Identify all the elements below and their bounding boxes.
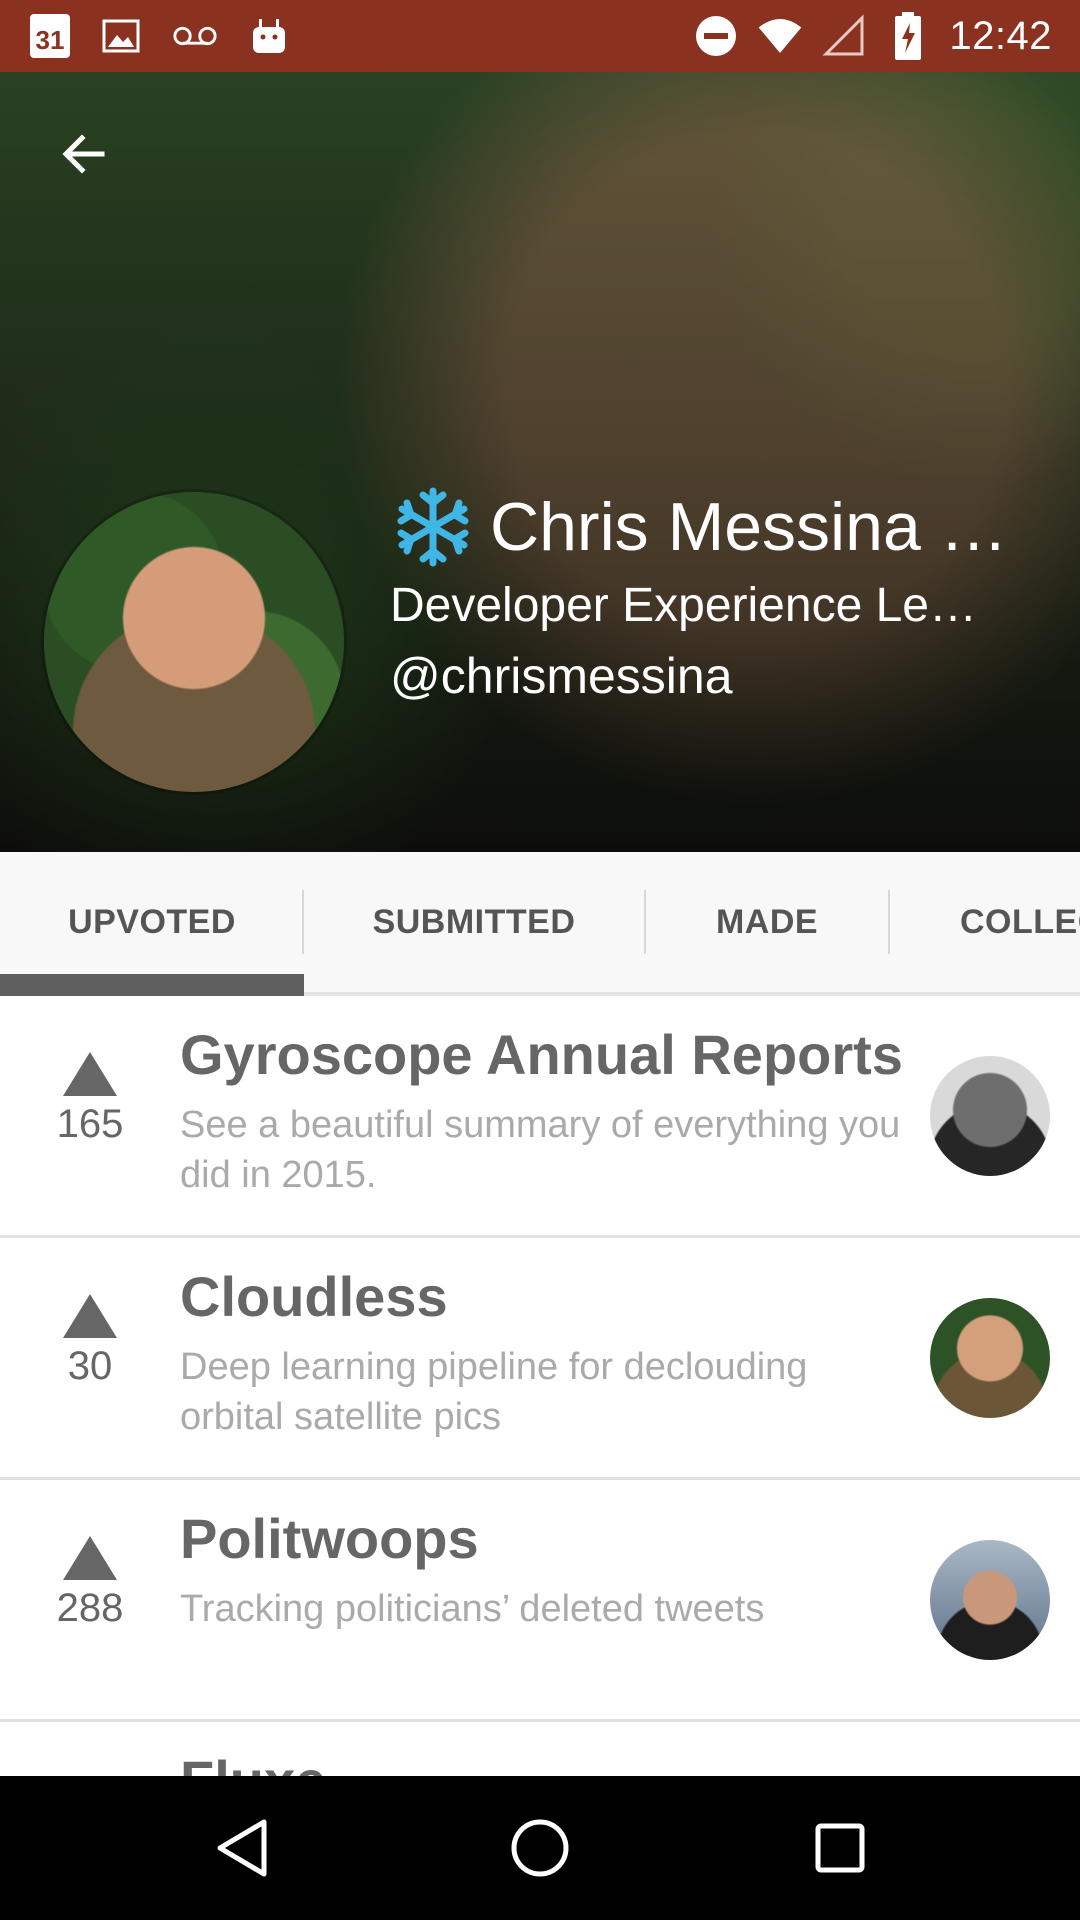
status-icons-left: 31: [30, 12, 292, 60]
calendar-icon: 31: [30, 14, 70, 58]
vote-count: 165: [56, 1102, 124, 1146]
nav-recents-button[interactable]: [804, 1812, 876, 1884]
post-description: Deep learning pipeline for declouding or…: [180, 1346, 808, 1438]
tab-collections[interactable]: COLLEC: [890, 852, 1080, 992]
post-title: Cloudless: [180, 1265, 448, 1328]
wifi-icon: [757, 13, 803, 59]
upvote-arrow-icon: [63, 1294, 117, 1338]
hunter-avatar[interactable]: [930, 1056, 1050, 1176]
profile-handle: @chrismessina: [390, 648, 733, 704]
tab-label: MADE: [715, 902, 819, 941]
vote-count: 288: [56, 1586, 124, 1630]
back-button[interactable]: [52, 124, 116, 188]
navigation-bar: [0, 1776, 1080, 1920]
home-circle-icon: [511, 1819, 569, 1877]
post-list[interactable]: 165 Gyroscope Annual Reports See a beaut…: [0, 996, 1080, 1776]
do-not-disturb-icon: [693, 13, 739, 59]
name-row: Chris Messina …: [390, 482, 1040, 572]
tab-label: COLLEC: [960, 902, 1080, 941]
hunter-avatar[interactable]: [930, 1540, 1050, 1660]
status-icons-right: 12:42: [693, 10, 1052, 62]
post-title: Politwoops: [180, 1507, 479, 1570]
list-item[interactable]: 288 Politwoops Tracking politicians’ del…: [0, 1480, 1080, 1722]
tab-made[interactable]: MADE: [646, 852, 888, 992]
voicemail-icon: [172, 13, 218, 59]
hunter-avatar[interactable]: [930, 1298, 1050, 1418]
vote-count: 30: [67, 1344, 113, 1388]
nav-back-button[interactable]: [206, 1812, 278, 1884]
arrow-back-icon: [62, 134, 105, 174]
profile-header: Chris Messina … Developer Experience Le……: [0, 72, 1080, 852]
android-icon: [246, 13, 292, 59]
calendar-day: 31: [35, 25, 65, 55]
tab-upvoted[interactable]: UPVOTED: [0, 852, 304, 992]
battery-charging-icon: [885, 12, 931, 60]
status-bar: 31 12:42: [0, 0, 1080, 72]
tab-selected-indicator: [0, 974, 304, 996]
list-item[interactable]: 165 Gyroscope Annual Reports See a beaut…: [0, 996, 1080, 1238]
post-title: Gyroscope Annual Reports: [180, 1023, 903, 1086]
profile-title: Developer Experience Le…: [390, 579, 977, 632]
upvote-button[interactable]: 288: [40, 1536, 140, 1631]
tab-label: SUBMITTED: [372, 902, 576, 941]
nav-home-button[interactable]: [504, 1812, 576, 1884]
profile-name: Chris Messina …: [490, 489, 1008, 565]
gallery-icon: [98, 13, 144, 59]
upvote-button[interactable]: 30: [40, 1294, 140, 1389]
upvote-button[interactable]: 165: [40, 1052, 140, 1147]
back-triangle-icon: [217, 1819, 267, 1877]
upvote-arrow-icon: [63, 1536, 117, 1580]
post-title: Fluxe: [180, 1748, 910, 1776]
tab-label: UPVOTED: [68, 902, 236, 941]
signal-icon: [821, 13, 867, 59]
upvote-arrow-icon: [63, 1052, 117, 1096]
post-description: See a beautiful summary of everything yo…: [180, 1104, 901, 1196]
recents-square-icon: [815, 1823, 865, 1873]
list-item[interactable]: Fluxe: [0, 1722, 1080, 1776]
snowflake-icon: [390, 484, 476, 570]
clock: 12:42: [949, 13, 1052, 58]
profile-avatar: [44, 492, 344, 792]
tab-submitted[interactable]: SUBMITTED: [304, 852, 644, 992]
post-description: Tracking politicians’ deleted tweets: [180, 1588, 765, 1630]
profile-info: Chris Messina … Developer Experience Le……: [390, 482, 1040, 705]
list-item[interactable]: 30 Cloudless Deep learning pipeline for …: [0, 1238, 1080, 1480]
